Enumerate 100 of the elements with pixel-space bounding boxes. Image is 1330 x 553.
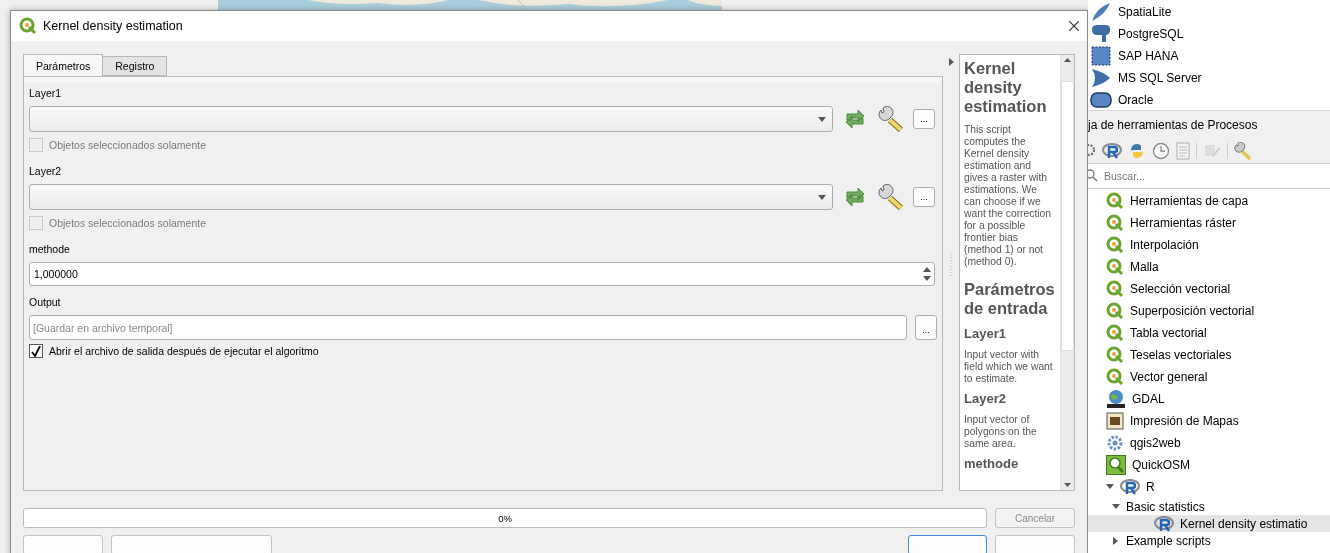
tree-item[interactable]: R [1088,476,1330,498]
qgis-icon [1106,302,1124,320]
help-section-title: Parámetros de entrada [964,280,1056,318]
tree-item-label: Example scripts [1126,533,1211,548]
data-source-item[interactable]: SpatiaLite [1088,1,1330,23]
browse-button[interactable]: ... [913,109,935,129]
help-parameter-name: Layer1 [964,326,1007,341]
button[interactable] [908,535,987,553]
tree-item-label: Selección vectorial [1130,282,1231,296]
scrollbar[interactable] [1060,55,1074,490]
qgis-icon [1106,280,1124,298]
tree-item[interactable]: Herramientas de capa [1088,190,1330,212]
layer-dropdown[interactable] [29,184,833,210]
parameter-label: Layer2 [29,165,63,178]
data-source-label: MS SQL Server [1118,71,1202,85]
tree-item[interactable]: Kernel density estimatio [1088,515,1330,532]
tree-item-label: QuickOSM [1132,458,1190,472]
expanded-arrow-icon[interactable] [1106,483,1114,491]
data-source-label: SAP HANA [1118,49,1179,63]
tree-item-label: qgis2web [1130,436,1181,450]
qgis-icon [1106,236,1124,254]
parameter-label: Output [29,296,62,309]
refresh-icon[interactable] [843,186,867,208]
tree-item[interactable]: GDAL [1088,388,1330,410]
tree-item[interactable]: QuickOSM [1088,454,1330,476]
help-title: Kernel density estimation [964,59,1048,116]
qgis-icon [1106,346,1124,364]
collapse-arrow-icon[interactable] [948,58,954,66]
data-source-item[interactable]: PostgreSQL [1088,23,1330,45]
tree-item-label: Interpolación [1130,238,1199,252]
tree-item[interactable]: Example scripts [1088,532,1330,549]
search-box[interactable]: Buscar... [1088,163,1330,189]
tree-item[interactable]: Interpolación [1088,234,1330,256]
tree-item[interactable]: Herramientas ráster [1088,212,1330,234]
tree-item-label: R [1146,480,1155,494]
tree-item[interactable]: Selección vectorial [1088,278,1330,300]
r-logo-icon [1154,515,1174,532]
qgis-icon [1106,214,1124,232]
browse-button[interactable]: ... [915,315,937,340]
help-description: This script computes the Kernel density estimation and gives a raster with estimations. We can choose if we want the correction for a possible frontier bias (method 1) or not (method 0). [964,124,1052,268]
tree-item-label: Basic statistics [1126,499,1205,514]
feather-icon [1090,2,1112,22]
tree-item[interactable]: Teselas vectoriales [1088,344,1330,366]
tree-item[interactable]: Basic statistics [1088,498,1330,515]
tab[interactable]: Parámetros [23,54,104,76]
tree-item[interactable]: qgis2web [1088,432,1330,454]
data-source-item[interactable]: Oracle [1088,89,1330,111]
output-file-field[interactable]: [Guardar en archivo temporal] [29,315,907,340]
tree-item-label: Impresión de Mapas [1130,414,1239,428]
map-print-icon [1106,412,1124,430]
panel-title: ja de herramientas de Procesos [1088,117,1258,132]
checkbox-label: Objetos seleccionados solamente [49,139,206,151]
wrench-icon[interactable] [878,106,904,132]
search-icon [1088,169,1098,183]
refresh-icon[interactable] [843,108,867,130]
tab[interactable]: Registro [102,56,168,76]
tree-item[interactable]: Impresión de Mapas [1088,410,1330,432]
caret-icon [818,116,826,122]
tree-item-label: GDAL [1132,392,1165,406]
data-source-label: Oracle [1118,93,1154,107]
qgis-icon [1106,258,1124,276]
tree-item-label: Malla [1130,260,1159,274]
collapsed-arrow-icon[interactable] [1112,536,1120,545]
parameter-label: Layer1 [29,87,63,100]
number-field[interactable]: 1,000000 [29,262,935,286]
help-parameter-description: Input vector of polygons on the same area. [964,414,1038,450]
tree-item-label: Superposición vectorial [1130,304,1255,318]
tree-item-label: Teselas vectoriales [1130,348,1232,362]
dotted-square-icon [1090,46,1112,66]
r-logo-icon [1120,479,1140,495]
parameter-label: methode [29,243,71,256]
data-source-item[interactable]: SAP HANA [1088,45,1330,67]
tree-item[interactable]: Tabla vectorial [1088,322,1330,344]
help-parameter-name: methode [964,456,1020,471]
r-logo-icon [1102,142,1122,159]
splitter-handle-icon[interactable] [950,254,952,276]
data-source-item[interactable]: MS SQL Server [1088,67,1330,89]
tree-item[interactable]: Superposición vectorial [1088,300,1330,322]
qgis-icon [1106,368,1124,386]
expanded-arrow-icon[interactable] [1112,502,1120,511]
layer-dropdown[interactable] [29,106,833,132]
browse-button[interactable]: ... [913,187,935,207]
python-icon[interactable] [1128,141,1146,160]
data-source-label: SpatiaLite [1118,5,1172,19]
tree-item-label: Herramientas de capa [1130,194,1249,208]
data-source-label: PostgreSQL [1118,27,1184,41]
wrench-icon[interactable] [1234,141,1252,160]
window-title: Kernel density estimation [43,19,184,33]
tree-item[interactable]: Vector general [1088,366,1330,388]
spinner-arrows-icon[interactable] [923,267,931,281]
qgis-icon [1106,192,1124,210]
wrench-icon[interactable] [878,184,904,210]
check-icon [31,345,41,357]
checkbox-label: Objetos seleccionados solamente [49,217,206,229]
clock-icon[interactable] [1152,141,1170,160]
tree-item[interactable]: Malla [1088,256,1330,278]
checkbox[interactable] [29,344,43,358]
close-icon[interactable] [1069,21,1079,31]
qgis-icon [1106,324,1124,342]
app-logo-icon [19,17,37,35]
